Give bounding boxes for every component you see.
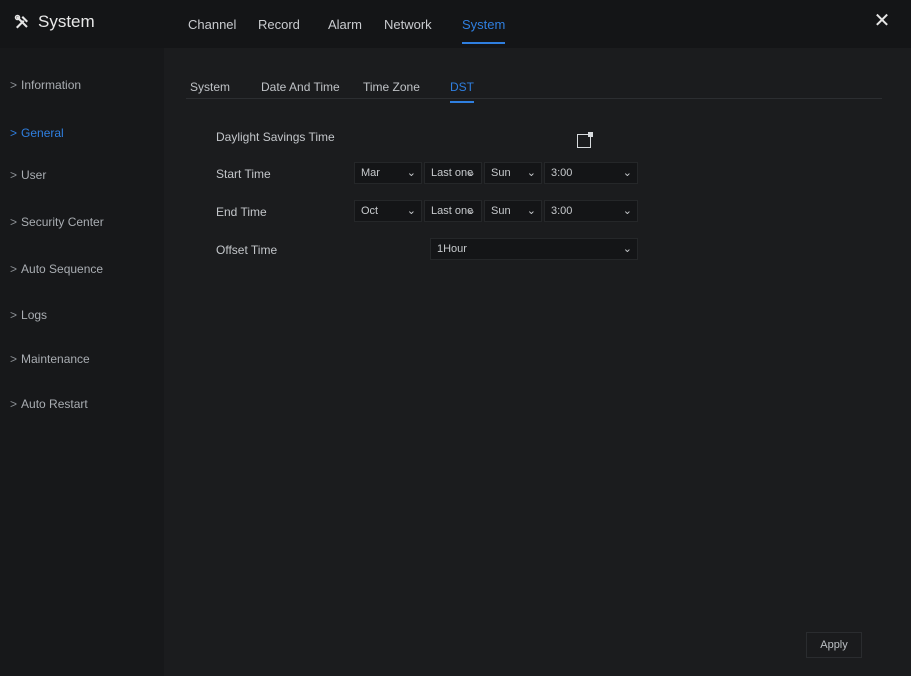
sidebar-item-label: Logs xyxy=(21,308,48,322)
offset-time-select[interactable]: 1Hour ⌄ xyxy=(430,238,638,260)
start-week-select[interactable]: Last one ⌄ xyxy=(424,162,482,184)
sidebar-item-security-center[interactable]: > Security Center xyxy=(10,215,104,229)
chevron-right-icon: > xyxy=(10,308,18,322)
start-day-select[interactable]: Sun ⌄ xyxy=(484,162,542,184)
chevron-down-icon: ⌄ xyxy=(526,205,536,217)
chevron-right-icon: > xyxy=(10,168,18,182)
chevron-down-icon: ⌄ xyxy=(622,243,632,255)
offset-time-value: 1Hour xyxy=(437,243,467,255)
dst-label: Daylight Savings Time xyxy=(216,130,335,144)
start-month-select[interactable]: Mar ⌄ xyxy=(354,162,422,184)
chevron-down-icon: ⌄ xyxy=(526,167,536,179)
sidebar-item-label: Security Center xyxy=(21,215,104,229)
top-bar: System Channel Record Alarm Network Syst… xyxy=(0,0,911,48)
sidebar-item-logs[interactable]: > Logs xyxy=(10,308,47,322)
tab-system[interactable]: System xyxy=(462,17,506,44)
tab-alarm[interactable]: Alarm xyxy=(328,17,362,32)
chevron-right-icon: > xyxy=(10,215,18,229)
sidebar-item-label: General xyxy=(21,126,64,140)
chevron-down-icon: > xyxy=(10,126,18,140)
app-title: System xyxy=(14,12,95,32)
offset-time-label: Offset Time xyxy=(216,243,278,257)
apply-button[interactable]: Apply xyxy=(806,632,862,658)
sidebar-item-label: Maintenance xyxy=(21,352,90,366)
subtab-divider xyxy=(186,98,882,99)
sidebar-item-information[interactable]: > Information xyxy=(10,78,81,92)
end-hour-value: 3:00 xyxy=(551,205,573,217)
tab-record[interactable]: Record xyxy=(258,17,300,32)
chevron-right-icon: > xyxy=(10,78,18,92)
subtab-time-zone[interactable]: Time Zone xyxy=(363,80,420,94)
chevron-down-icon: ⌄ xyxy=(466,205,476,217)
start-hour-select[interactable]: 3:00 ⌄ xyxy=(544,162,638,184)
sidebar-item-general[interactable]: > General xyxy=(10,126,64,140)
sidebar-item-user[interactable]: > User xyxy=(10,168,46,182)
end-time-label: End Time xyxy=(216,205,267,219)
end-day-value: Sun xyxy=(491,205,511,217)
sidebar: > Information > General > User > Security Ce… xyxy=(0,48,164,676)
close-icon: ✕ xyxy=(873,10,891,32)
sidebar-item-maintenance[interactable]: > Maintenance xyxy=(10,352,90,366)
sidebar-item-auto-restart[interactable]: > Auto Restart xyxy=(10,397,88,411)
chevron-right-icon: > xyxy=(10,352,18,366)
chevron-right-icon: > xyxy=(10,397,18,411)
app-title-text: System xyxy=(38,12,95,31)
chevron-right-icon: > xyxy=(10,262,18,276)
start-month-value: Mar xyxy=(361,167,380,179)
tab-network[interactable]: Network xyxy=(384,17,432,32)
chevron-down-icon: ⌄ xyxy=(466,167,476,179)
end-day-select[interactable]: Sun ⌄ xyxy=(484,200,542,222)
subtab-dst[interactable]: DST xyxy=(450,80,474,103)
chevron-down-icon: ⌄ xyxy=(622,205,632,217)
end-week-select[interactable]: Last one ⌄ xyxy=(424,200,482,222)
tools-icon xyxy=(14,14,28,29)
end-month-select[interactable]: Oct ⌄ xyxy=(354,200,422,222)
close-button[interactable]: ✕ xyxy=(871,10,893,32)
dst-checkbox[interactable] xyxy=(577,132,593,148)
chevron-down-icon: ⌄ xyxy=(406,205,416,217)
tab-channel[interactable]: Channel xyxy=(188,17,236,32)
chevron-down-icon: ⌄ xyxy=(622,167,632,179)
subtab-date-and-time[interactable]: Date And Time xyxy=(261,80,340,94)
start-time-label: Start Time xyxy=(216,167,271,181)
chevron-down-icon: ⌄ xyxy=(406,167,416,179)
sidebar-item-label: User xyxy=(21,168,47,182)
start-hour-value: 3:00 xyxy=(551,167,573,179)
sidebar-item-label: Information xyxy=(21,78,82,92)
sidebar-item-label: Auto Sequence xyxy=(21,262,104,276)
sidebar-item-label: Auto Restart xyxy=(21,397,88,411)
start-day-value: Sun xyxy=(491,167,511,179)
end-hour-select[interactable]: 3:00 ⌄ xyxy=(544,200,638,222)
end-month-value: Oct xyxy=(361,205,379,217)
subtab-system[interactable]: System xyxy=(190,80,230,94)
sidebar-item-auto-sequence[interactable]: > Auto Sequence xyxy=(10,262,103,276)
